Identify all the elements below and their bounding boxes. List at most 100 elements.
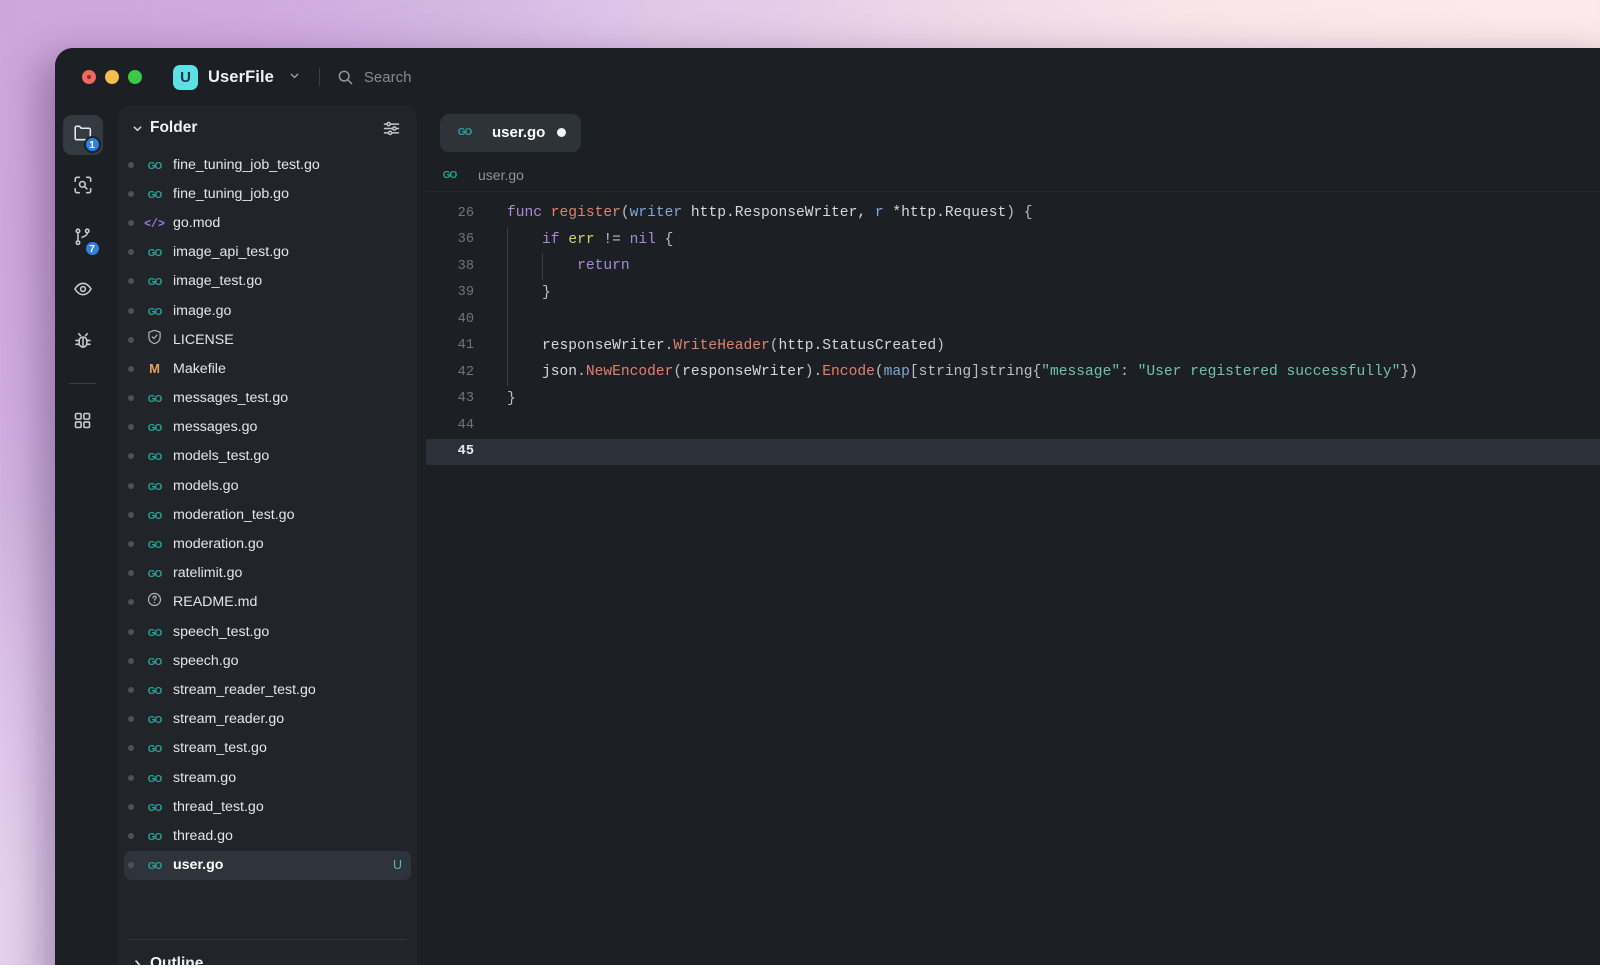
- code-line[interactable]: 26 func register(writer http.ResponseWrit…: [426, 200, 1600, 227]
- file-tree-item[interactable]: GO speech_test.go: [124, 617, 411, 646]
- file-tree-item[interactable]: GO image.go: [124, 296, 411, 325]
- file-status-dot-icon: [128, 453, 134, 460]
- file-tree-item[interactable]: README.md: [124, 588, 411, 617]
- code-line[interactable]: 45: [426, 438, 1600, 465]
- unsaved-indicator-icon[interactable]: [557, 128, 567, 137]
- go-file-icon: GO: [147, 656, 163, 668]
- activity-item-extensions[interactable]: [63, 403, 103, 443]
- code-line[interactable]: 44: [426, 412, 1600, 439]
- file-tree-item[interactable]: GO moderation.go: [124, 529, 411, 558]
- go-file-icon: GO: [147, 423, 163, 435]
- go-file-icon: GO: [442, 169, 458, 181]
- indent-guide: [507, 279, 508, 306]
- file-tree-item[interactable]: GO fine_tuning_job.go: [124, 179, 411, 208]
- explorer-card: Folder GO fine_tuning_job_test.go GO fine_t…: [118, 106, 417, 965]
- file-tree-item[interactable]: GO stream.go: [124, 763, 411, 792]
- file-tree-item-label: image_api_test.go: [173, 244, 289, 261]
- explorer-panel: Folder GO fine_tuning_job_test.go GO fine_t…: [110, 106, 426, 965]
- file-status-dot-icon: [128, 190, 134, 197]
- go-file-icon: GO: [147, 802, 163, 814]
- line-number: 43: [457, 391, 474, 407]
- file-tree-list[interactable]: GO fine_tuning_job_test.go GO fine_tuning_j…: [118, 150, 417, 933]
- file-tree-item[interactable]: M Makefile: [124, 354, 411, 383]
- file-status-dot-icon: [128, 424, 134, 431]
- file-tree-item[interactable]: GO models.go: [124, 471, 411, 500]
- close-window-button[interactable]: [82, 70, 96, 84]
- go-file-icon: GO: [147, 773, 163, 785]
- makefile-icon: M: [149, 360, 160, 376]
- activity-item-search[interactable]: [63, 167, 103, 207]
- code-line[interactable]: 40: [426, 306, 1600, 333]
- sliders-icon[interactable]: [382, 119, 401, 138]
- file-tree-item[interactable]: GO image_api_test.go: [124, 238, 411, 267]
- search-icon: [337, 69, 354, 86]
- file-status-dot-icon: [128, 278, 134, 285]
- explorer-badge-count: 1: [83, 136, 101, 153]
- code-line[interactable]: 39 }: [426, 279, 1600, 306]
- file-tree-item[interactable]: GO fine_tuning_job_test.go: [124, 150, 411, 179]
- line-number: 39: [457, 285, 474, 301]
- code-line[interactable]: 43}: [426, 386, 1600, 413]
- code-editor-content[interactable]: 26 func register(writer http.ResponseWrit…: [426, 192, 1600, 965]
- traffic-light-controls: [82, 70, 142, 84]
- file-tree-item[interactable]: GO user.go U: [124, 850, 411, 880]
- file-tree-item[interactable]: </> go.mod: [124, 208, 411, 237]
- activity-item-debug[interactable]: [63, 323, 103, 363]
- chevron-down-icon[interactable]: [288, 69, 301, 85]
- code-line[interactable]: 41 responseWriter.WriteHeader(http.Statu…: [426, 332, 1600, 359]
- code-line[interactable]: 38 return: [426, 253, 1600, 280]
- folder-section-header[interactable]: Folder: [118, 106, 417, 150]
- breadcrumb[interactable]: GO user.go: [426, 159, 1600, 192]
- file-tree-item[interactable]: GO stream_test.go: [124, 734, 411, 763]
- maximize-window-button[interactable]: [128, 70, 142, 84]
- breadcrumb-label: user.go: [478, 167, 524, 183]
- go-file-icon: GO: [147, 627, 163, 639]
- file-tree-item[interactable]: GO models_test.go: [124, 442, 411, 471]
- activity-bar-divider: [69, 383, 96, 384]
- chevron-right-icon[interactable]: [128, 958, 146, 965]
- file-tree-item[interactable]: GO messages_test.go: [124, 384, 411, 413]
- activity-item-explorer[interactable]: 1: [62, 115, 103, 155]
- file-tree-item[interactable]: GO image_test.go: [124, 267, 411, 296]
- file-tree-item[interactable]: LICENSE: [124, 325, 411, 354]
- file-tree-item[interactable]: GO thread_test.go: [124, 792, 411, 821]
- code-line[interactable]: 36 if err != nil {: [426, 226, 1600, 253]
- file-tree-item[interactable]: GO stream_reader_test.go: [124, 675, 411, 704]
- indent-guide: [507, 253, 508, 280]
- file-tree-item-label: thread.go: [173, 827, 233, 844]
- file-tree-item[interactable]: GO thread.go: [124, 821, 411, 850]
- markdown-question-icon: [147, 592, 162, 612]
- minimize-window-button[interactable]: [105, 70, 119, 84]
- folder-section-title: Folder: [150, 119, 198, 136]
- git-status-badge: U: [392, 858, 402, 873]
- file-tree-item[interactable]: GO speech.go: [124, 646, 411, 675]
- search-field[interactable]: Search: [337, 69, 411, 86]
- file-status-dot-icon: [128, 161, 134, 168]
- file-status-dot-icon: [128, 395, 134, 402]
- file-tree-item[interactable]: GO ratelimit.go: [124, 559, 411, 588]
- activity-item-watch[interactable]: [63, 271, 103, 311]
- file-status-dot-icon: [128, 774, 134, 781]
- file-tree-item-label: fine_tuning_job_test.go: [173, 156, 320, 173]
- editor-tab-user-go[interactable]: GO user.go: [440, 113, 582, 152]
- file-status-dot-icon: [128, 716, 134, 723]
- line-number: 44: [457, 417, 474, 433]
- file-status-dot-icon: [128, 541, 134, 548]
- app-identity[interactable]: U UserFile: [173, 64, 301, 90]
- indent-guide: [507, 306, 508, 333]
- chevron-down-icon[interactable]: [128, 122, 146, 135]
- file-status-dot-icon: [128, 482, 134, 489]
- activity-item-source-control[interactable]: 7: [63, 219, 103, 259]
- file-status-dot-icon: [128, 803, 134, 810]
- file-tree-item[interactable]: GO stream_reader.go: [124, 705, 411, 734]
- file-tree-item-label: stream_reader_test.go: [173, 681, 316, 698]
- line-number: 41: [457, 338, 474, 354]
- file-tree-item[interactable]: GO messages.go: [124, 413, 411, 442]
- file-tree-item[interactable]: GO moderation_test.go: [124, 500, 411, 529]
- toolbar-divider: [318, 68, 320, 86]
- code-file-icon: </>: [144, 217, 165, 231]
- file-status-dot-icon: [128, 599, 134, 606]
- outline-section-header[interactable]: Outline: [118, 940, 417, 965]
- indent-guide: [507, 359, 508, 386]
- code-line[interactable]: 42 json.NewEncoder(responseWriter).Encod…: [426, 359, 1600, 386]
